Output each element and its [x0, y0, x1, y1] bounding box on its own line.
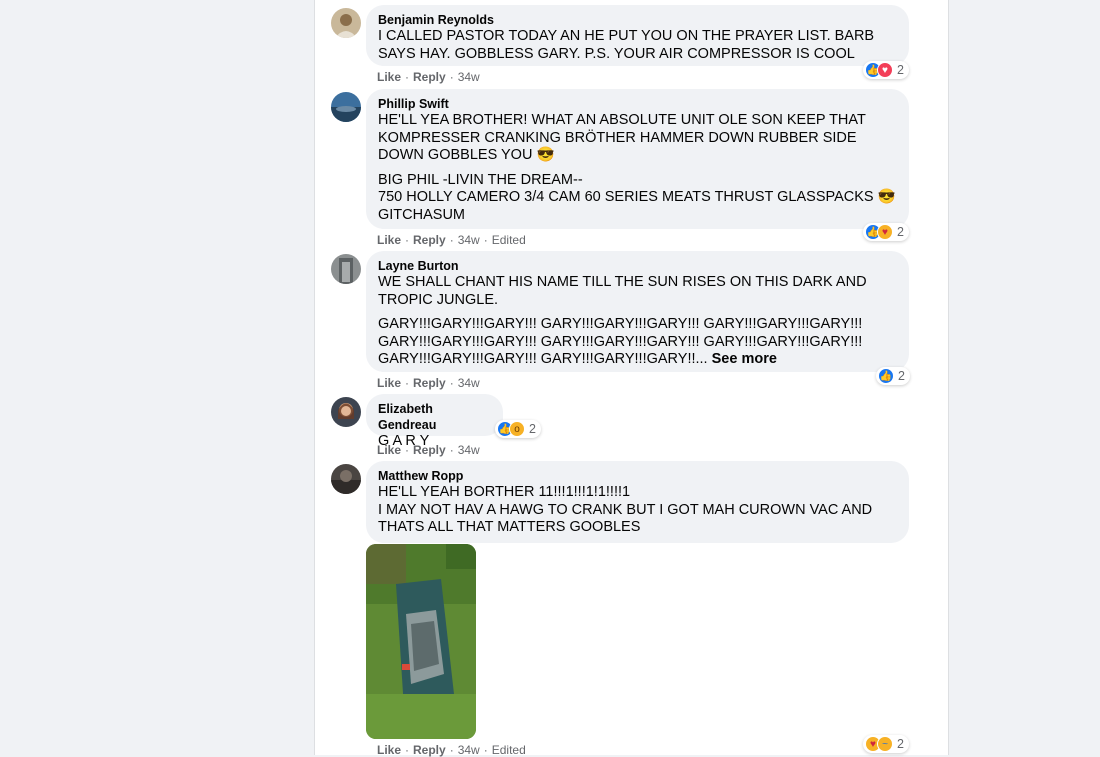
comment-actions: Like · Reply · 34w · Edited — [377, 233, 526, 247]
comment-author[interactable]: Benjamin Reynolds — [378, 12, 897, 28]
comment-text: GARY!!!GARY!!!GARY!!! GARY!!!GARY!!!GARY… — [378, 316, 897, 369]
reaction-count: 2 — [897, 63, 904, 77]
reply-link[interactable]: Reply — [413, 443, 446, 457]
reaction-summary[interactable]: 👍 2 — [876, 367, 910, 385]
reaction-summary[interactable]: 👍 ♥ 2 — [863, 61, 909, 79]
comment-actions: Like · Reply · 34w — [377, 70, 480, 84]
comments-feed: Benjamin Reynolds I CALLED PASTOR TODAY … — [314, 0, 949, 757]
comment-bubble: Layne Burton WE SHALL CHANT HIS NAME TIL… — [366, 251, 909, 372]
reply-link[interactable]: Reply — [413, 376, 446, 390]
comment-author[interactable]: Elizabeth Gendreau — [378, 401, 491, 433]
reaction-count: 2 — [897, 737, 904, 751]
comment-author[interactable]: Layne Burton — [378, 258, 897, 274]
comment-author[interactable]: Phillip Swift — [378, 96, 897, 112]
see-more-link[interactable]: See more — [712, 351, 777, 367]
comment-photo[interactable] — [366, 544, 476, 739]
comment-text: WE SHALL CHANT HIS NAME TILL THE SUN RIS… — [378, 274, 867, 308]
care-reaction-icon: ♥ — [877, 224, 893, 240]
love-reaction-icon: ♥ — [877, 62, 893, 78]
comment-actions: Like · Reply · 34w — [377, 376, 480, 390]
reaction-summary[interactable]: ♥ ~ 2 — [863, 735, 909, 753]
wow-reaction-icon: o — [509, 421, 525, 437]
like-link[interactable]: Like — [377, 233, 401, 247]
avatar[interactable] — [331, 464, 361, 494]
avatar[interactable] — [331, 92, 361, 122]
avatar[interactable] — [331, 8, 361, 38]
timestamp[interactable]: 34w — [458, 70, 480, 84]
avatar[interactable] — [331, 397, 361, 427]
comment-text: I CALLED PASTOR TODAY AN HE PUT YOU ON T… — [378, 28, 875, 62]
comment-bubble: Matthew Ropp HE'LL YEAH BORTHER 11!!!1!!… — [366, 461, 909, 543]
timestamp[interactable]: 34w — [458, 443, 480, 457]
reaction-count: 2 — [897, 225, 904, 239]
comment-actions: Like · Reply · 34w — [377, 443, 480, 457]
comment-text: HE'LL YEA BROTHER! WHAT AN ABSOLUTE UNIT… — [378, 112, 866, 163]
like-link[interactable]: Like — [377, 376, 401, 390]
comment-text: BIG PHIL -LIVIN THE DREAM-- 750 HOLLY CA… — [378, 171, 896, 223]
comment-text-body: GARY!!!GARY!!!GARY!!! GARY!!!GARY!!!GARY… — [378, 316, 863, 367]
like-link[interactable]: Like — [377, 70, 401, 84]
reply-link[interactable]: Reply — [413, 70, 446, 84]
like-reaction-icon: 👍 — [878, 368, 894, 384]
timestamp[interactable]: 34w — [458, 376, 480, 390]
reaction-summary[interactable]: 👍 o 2 — [495, 420, 541, 438]
like-link[interactable]: Like — [377, 443, 401, 457]
comment-bubble: Benjamin Reynolds I CALLED PASTOR TODAY … — [366, 5, 909, 66]
avatar[interactable] — [331, 254, 361, 284]
reaction-summary[interactable]: 👍 ♥ 2 — [863, 223, 909, 241]
reaction-count: 2 — [529, 422, 536, 436]
sad-reaction-icon: ~ — [877, 736, 893, 752]
reply-link[interactable]: Reply — [413, 233, 446, 247]
reaction-count: 2 — [898, 369, 905, 383]
comment-bubble: Phillip Swift HE'LL YEA BROTHER! WHAT AN… — [366, 89, 909, 229]
comment-author[interactable]: Matthew Ropp — [378, 468, 897, 484]
comment-text: HE'LL YEAH BORTHER 11!!!1!!!1!1!!!!1 I M… — [378, 484, 873, 535]
timestamp[interactable]: 34w — [458, 233, 480, 247]
comment-bubble: Elizabeth Gendreau G A R Y — [366, 394, 503, 449]
edited-label: Edited — [491, 233, 526, 247]
